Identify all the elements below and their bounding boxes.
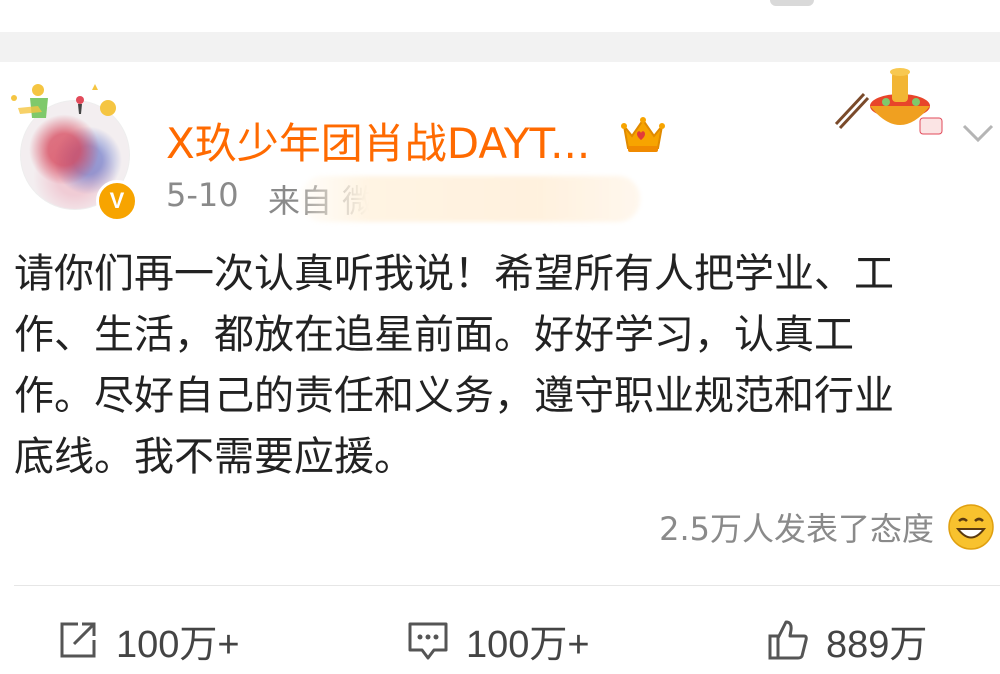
chevron-down-icon[interactable] xyxy=(958,112,998,152)
comment-count: 100万+ xyxy=(466,623,590,666)
share-button[interactable]: 100万+ xyxy=(56,612,240,668)
post-date: 5-10 xyxy=(166,176,239,214)
post-content: 请你们再一次认真听我说！希望所有人把学业、工 作、生活，都放在追星前面。好好学习… xyxy=(14,244,989,488)
content-line: 作。尽好自己的责任和义务，遵守职业规范和行业 xyxy=(14,373,894,419)
like-icon xyxy=(768,620,808,660)
share-icon xyxy=(60,622,96,658)
content-line: 请你们再一次认真听我说！希望所有人把学业、工 xyxy=(14,251,894,297)
blurred-region xyxy=(300,176,640,222)
feed-separator xyxy=(0,32,1000,62)
smile-emoji-icon[interactable] xyxy=(946,502,996,552)
content-line: 底线。我不需要应援。 xyxy=(14,434,414,480)
action-divider xyxy=(14,585,1000,586)
hotpot-sticker-icon[interactable] xyxy=(830,66,950,146)
like-count: 889万 xyxy=(826,623,928,666)
share-count: 100万+ xyxy=(116,623,240,666)
like-button[interactable]: 889万 xyxy=(766,612,927,668)
verified-v-icon: V xyxy=(96,180,138,222)
username[interactable]: X玖少年团肖战DAYT... xyxy=(166,110,590,171)
content-line: 作、生活，都放在追星前面。好好学习，认真工 xyxy=(14,312,854,358)
top-handle xyxy=(770,0,814,6)
top-bar xyxy=(0,0,1000,32)
comment-icon xyxy=(408,622,448,660)
comment-button[interactable]: 100万+ xyxy=(406,612,590,668)
little-prince-decoration-icon xyxy=(11,84,116,118)
reaction-summary[interactable]: 2.5万人发表了态度 xyxy=(659,504,934,550)
avatar[interactable]: V xyxy=(8,78,138,222)
crown-icon[interactable] xyxy=(620,112,666,154)
